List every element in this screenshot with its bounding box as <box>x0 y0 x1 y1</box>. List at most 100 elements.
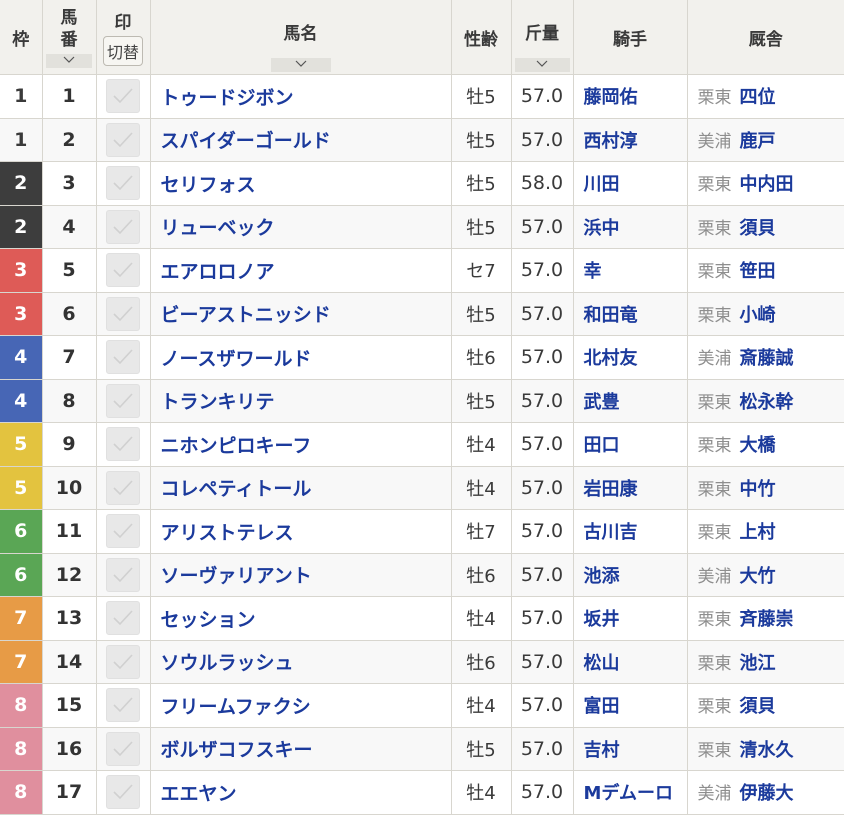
trainer-link[interactable]: 中竹 <box>740 479 776 500</box>
horse-name-link[interactable]: フリームファクシ <box>161 696 311 718</box>
sex-age: 牡6 <box>466 652 496 674</box>
trainer-link[interactable]: 松永幹 <box>740 392 794 413</box>
mark-checkbox[interactable] <box>106 209 140 244</box>
trainer-link[interactable]: 須貝 <box>740 696 776 717</box>
jockey-link[interactable]: 藤岡佑 <box>584 87 638 108</box>
horse-name-link[interactable]: スパイダーゴールド <box>161 130 331 152</box>
trainer-link[interactable]: 四位 <box>740 87 776 108</box>
jockey-link[interactable]: 池添 <box>584 566 620 587</box>
sex-age: 牡4 <box>466 696 496 718</box>
mark-checkbox[interactable] <box>106 470 140 505</box>
mark-checkbox[interactable] <box>106 122 140 157</box>
horse-name-link[interactable]: ソーヴァリアント <box>161 565 312 587</box>
jockey-link[interactable]: 古川吉 <box>584 522 638 543</box>
horse-name-cell: ボルザコフスキー <box>150 727 452 771</box>
trainer-link[interactable]: 大橋 <box>740 435 776 456</box>
jockey-link[interactable]: 吉村 <box>584 740 620 761</box>
trainer-link[interactable]: 中内田 <box>740 174 794 195</box>
horse-name-link[interactable]: ボルザコフスキー <box>161 739 313 761</box>
trainer-link[interactable]: 須貝 <box>740 218 776 239</box>
sex-age: 牡5 <box>466 739 496 761</box>
umaban-cell: 9 <box>42 422 97 467</box>
mark-checkbox[interactable] <box>106 296 140 331</box>
horse-name-link[interactable]: セリフォス <box>161 174 256 196</box>
mark-cell <box>96 596 151 641</box>
mark-checkbox[interactable] <box>106 688 140 723</box>
jockey-link[interactable]: 浜中 <box>584 218 620 239</box>
trainer-link[interactable]: 清水久 <box>740 740 794 761</box>
horse-number: 13 <box>55 607 83 630</box>
horse-name-link[interactable]: トゥードジボン <box>161 87 294 109</box>
horse-name-link[interactable]: コレペティトール <box>161 478 312 500</box>
horse-name-link[interactable]: ノースザワールド <box>161 348 312 370</box>
waku-number: 3 <box>14 259 28 282</box>
jockey-link[interactable]: 川田 <box>584 174 620 195</box>
trainer-link[interactable]: 大竹 <box>740 566 776 587</box>
horse-number: 7 <box>62 346 76 369</box>
trainer-link[interactable]: 小崎 <box>740 305 776 326</box>
jockey-link[interactable]: 富田 <box>584 696 620 717</box>
umaban-cell: 1 <box>42 74 97 119</box>
header-weight-label: 斤量 <box>525 23 559 44</box>
trainer-link[interactable]: 池江 <box>740 653 776 674</box>
jockey-link[interactable]: 坂井 <box>584 609 620 630</box>
horse-name-link[interactable]: ニホンピロキーフ <box>161 435 312 457</box>
mark-cell <box>96 727 151 771</box>
trainer-link[interactable]: 斎藤誠 <box>740 348 794 369</box>
horse-row: 8 17 エエヤン 牡4 57.0 Mデムーロ 美浦 伊藤大 <box>0 770 844 815</box>
horse-name-link[interactable]: セッション <box>161 609 256 631</box>
mark-checkbox[interactable] <box>106 775 140 810</box>
horse-row: 5 10 コレペティトール 牡4 57.0 岩田康 栗東 中竹 <box>0 466 844 510</box>
mark-checkbox[interactable] <box>106 601 140 636</box>
mark-checkbox[interactable] <box>106 644 140 679</box>
mark-checkbox[interactable] <box>106 79 140 114</box>
mark-checkbox[interactable] <box>106 557 140 592</box>
horse-name-link[interactable]: トランキリテ <box>161 391 275 413</box>
header-name-label: 馬名 <box>283 23 318 44</box>
horse-name-link[interactable]: ソウルラッシュ <box>161 652 294 674</box>
jockey-link[interactable]: 西村淳 <box>584 131 638 152</box>
mark-checkbox[interactable] <box>106 427 140 462</box>
sort-umaban-button[interactable] <box>46 53 92 68</box>
mark-toggle-button[interactable]: 切替 <box>102 36 143 66</box>
horse-row: 6 11 アリストテレス 牡7 57.0 古川吉 栗東 上村 <box>0 509 844 554</box>
horse-number: 3 <box>62 172 76 195</box>
horse-row: 5 9 ニホンピロキーフ 牡4 57.0 田口 栗東 大橋 <box>0 422 844 467</box>
jockey-link[interactable]: 田口 <box>584 435 620 456</box>
jockey-link[interactable]: 北村友 <box>584 348 638 369</box>
jockey-link[interactable]: Mデムーロ <box>584 783 674 804</box>
horse-name-link[interactable]: リューベック <box>161 217 275 239</box>
mark-checkbox[interactable] <box>106 383 140 418</box>
trainer-link[interactable]: 笹田 <box>740 261 776 282</box>
trainer-link[interactable]: 上村 <box>740 522 776 543</box>
jockey-link[interactable]: 和田竜 <box>584 305 638 326</box>
header-umaban: 馬 番 <box>42 0 97 75</box>
sort-weight-button[interactable] <box>514 57 570 72</box>
sort-name-button[interactable] <box>270 57 331 72</box>
mark-checkbox[interactable] <box>106 340 140 375</box>
checkmark-icon <box>113 697 133 713</box>
horse-name-link[interactable]: アリストテレス <box>161 522 294 544</box>
jockey-link[interactable]: 松山 <box>584 653 620 674</box>
horse-name-cell: トゥードジボン <box>150 74 452 119</box>
trainer-cell: 栗東 中竹 <box>687 466 844 510</box>
jockey-link[interactable]: 岩田康 <box>584 479 638 500</box>
jockey-link[interactable]: 武豊 <box>584 392 620 413</box>
trainer-link[interactable]: 伊藤大 <box>740 783 794 804</box>
mark-cell <box>96 292 151 336</box>
mark-checkbox[interactable] <box>106 514 140 549</box>
horse-name-link[interactable]: エエヤン <box>161 783 237 805</box>
waku-cell: 2 <box>0 205 43 249</box>
mark-checkbox[interactable] <box>106 253 140 288</box>
horse-name-link[interactable]: エアロロノア <box>161 261 275 283</box>
jockey-link[interactable]: 幸 <box>584 261 602 282</box>
umaban-cell: 5 <box>42 248 97 293</box>
mark-checkbox[interactable] <box>106 731 140 766</box>
horse-name-link[interactable]: ビーアストニッシド <box>161 304 331 326</box>
waku-number: 2 <box>14 215 28 238</box>
mark-cell <box>96 640 151 684</box>
horse-name-cell: トランキリテ <box>150 379 452 423</box>
trainer-link[interactable]: 鹿戸 <box>740 131 776 152</box>
trainer-link[interactable]: 斉藤崇 <box>740 609 794 630</box>
mark-checkbox[interactable] <box>106 166 140 201</box>
